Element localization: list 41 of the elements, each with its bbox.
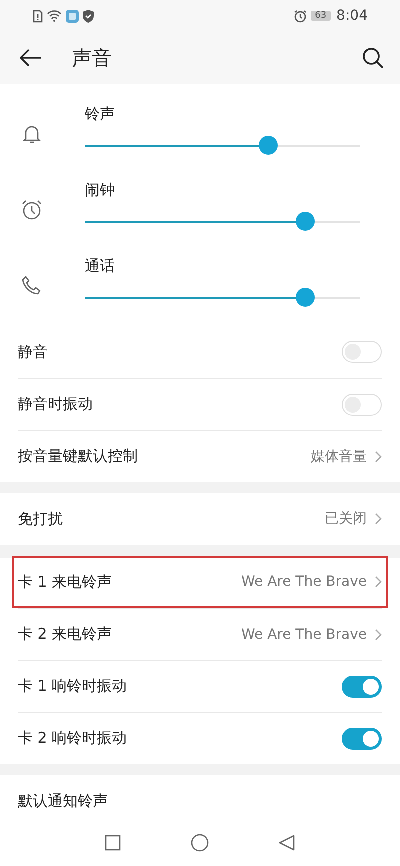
slider-thumb[interactable] xyxy=(258,136,278,155)
setting-label: 卡 2 响铃时振动 xyxy=(18,729,128,748)
volume-label: 铃声 xyxy=(85,105,115,124)
chevron-icon xyxy=(375,513,382,525)
volume-label: 通话 xyxy=(85,257,115,276)
setting-value: 媒体音量 xyxy=(311,448,367,466)
setting-value: We Are The Brave xyxy=(241,626,367,642)
volume-label: 闹钟 xyxy=(85,181,115,200)
setting-label: 静音 xyxy=(18,342,49,362)
app-icon xyxy=(66,10,79,22)
setting-value: 已关闭 xyxy=(325,510,367,528)
setting-label: 卡 2 来电铃声 xyxy=(18,625,114,644)
alarm-icon xyxy=(294,10,308,22)
setting-label: 默认通知铃声 xyxy=(18,792,109,810)
chevron-icon xyxy=(375,628,382,640)
toggle-switch[interactable] xyxy=(342,728,382,750)
page-title: 声音 xyxy=(72,44,113,72)
setting-value: We Are The Brave xyxy=(241,574,367,590)
status-time: 8:04 xyxy=(336,8,368,24)
setting-label: 静音时振动 xyxy=(18,395,94,414)
phone-icon xyxy=(22,276,42,296)
battery-indicator: 63 xyxy=(311,11,331,21)
back-button[interactable] xyxy=(18,47,44,69)
wifi-icon xyxy=(47,10,62,22)
shield-icon xyxy=(83,10,94,22)
sim-icon xyxy=(33,10,43,22)
setting-label: 卡 1 响铃时振动 xyxy=(18,677,128,696)
home-nav-icon[interactable] xyxy=(191,834,209,852)
slider-thumb[interactable] xyxy=(296,288,315,307)
setting-label: 卡 1 来电铃声 xyxy=(18,572,114,592)
slider-thumb[interactable] xyxy=(296,212,315,231)
chevron-icon xyxy=(375,450,382,462)
search-button[interactable] xyxy=(360,45,386,71)
alarm-clock-icon xyxy=(20,199,42,221)
back-nav-icon[interactable] xyxy=(279,835,295,851)
square-nav-icon[interactable] xyxy=(105,835,121,851)
setting-label: 免打扰 xyxy=(18,510,64,528)
setting-label: 按音量键默认控制 xyxy=(18,447,139,466)
chevron-icon xyxy=(375,576,382,588)
toggle-switch[interactable] xyxy=(342,676,382,698)
bell-icon xyxy=(22,124,40,144)
